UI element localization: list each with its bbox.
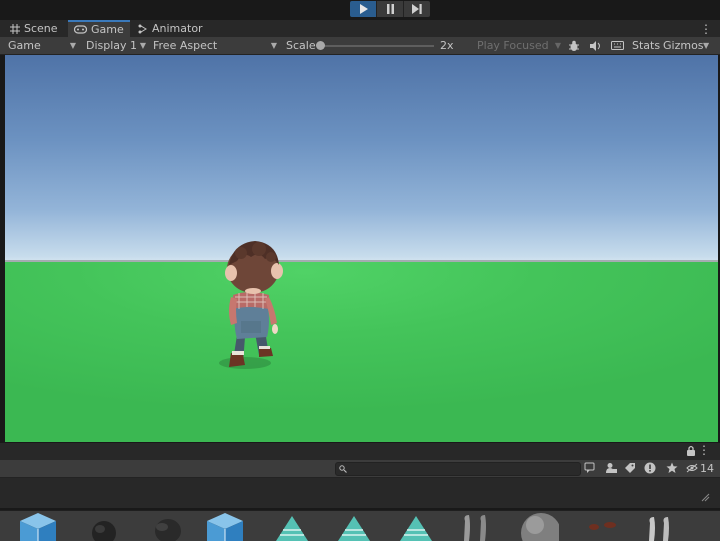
tag-icon xyxy=(625,463,635,473)
view-dropdown-label: Game xyxy=(8,39,41,52)
asset-thumbnail-material-icon[interactable] xyxy=(519,511,559,541)
keyboard-icon xyxy=(611,41,624,50)
asset-thumbnail-animation-icon[interactable] xyxy=(272,511,312,541)
tab-menu-button[interactable]: ⋮ xyxy=(700,20,712,37)
asset-thumbnail-shoe-icon[interactable] xyxy=(584,511,624,541)
play-button[interactable] xyxy=(350,1,377,17)
collapse-button[interactable] xyxy=(584,462,596,477)
chevron-down-icon: ▼ xyxy=(139,41,146,50)
chevron-down-icon: ▼ xyxy=(270,41,277,50)
error-filter-button[interactable] xyxy=(644,462,656,477)
resize-grip-icon xyxy=(701,493,710,502)
bug-icon xyxy=(569,40,579,51)
display-dropdown[interactable]: Display 1 ▼ xyxy=(86,37,146,54)
step-icon xyxy=(412,4,422,14)
kebab-menu-icon: ⋮ xyxy=(698,443,710,457)
console-menu-button[interactable]: ⋮ xyxy=(698,443,710,457)
resize-handle[interactable] xyxy=(700,492,710,502)
play-focused-dropdown[interactable]: Play Focused ▼ xyxy=(477,37,561,54)
pause-icon xyxy=(386,4,394,14)
view-dropdown[interactable]: Game ▼ xyxy=(8,37,76,54)
user-filter-button[interactable] xyxy=(605,462,617,477)
scale-label: Scale xyxy=(286,39,316,52)
chevron-down-icon: ▼ xyxy=(703,41,710,50)
hidden-items-toggle[interactable]: 14 xyxy=(686,461,714,475)
scale-value: 2x xyxy=(440,39,454,52)
asset-thumbnail-hair-icon[interactable] xyxy=(84,511,124,541)
pause-button[interactable] xyxy=(377,1,404,17)
asset-thumbnail-strip xyxy=(0,510,720,541)
tag-filter-button[interactable] xyxy=(624,462,636,477)
mute-audio-button[interactable] xyxy=(590,37,602,54)
user-icon xyxy=(606,463,617,473)
step-button[interactable] xyxy=(404,1,430,17)
debug-button[interactable] xyxy=(568,37,580,54)
console-tab-bar: ⋮ xyxy=(0,443,720,461)
player-character xyxy=(219,241,283,369)
chat-bubble-icon xyxy=(584,462,595,473)
kebab-menu-icon: ⋮ xyxy=(700,21,712,36)
play-focused-label: Play Focused xyxy=(477,39,549,52)
chevron-down-icon: ▼ xyxy=(69,41,76,50)
ground-plane xyxy=(5,262,718,442)
gamepad-icon xyxy=(74,25,87,34)
asset-thumbnail-hair-icon[interactable] xyxy=(148,511,188,541)
lock-button[interactable] xyxy=(686,445,696,459)
asset-thumbnail-prefab-icon[interactable] xyxy=(205,511,245,541)
tab-animator[interactable]: Animator xyxy=(132,20,209,37)
animator-icon xyxy=(138,24,147,33)
play-controls xyxy=(350,1,430,17)
grid-icon xyxy=(10,23,20,34)
stats-button[interactable]: Stats xyxy=(632,37,660,54)
chevron-down-icon: ▼ xyxy=(554,41,561,50)
lock-icon xyxy=(687,445,695,456)
tab-scene[interactable]: Scene xyxy=(4,20,64,37)
star-icon xyxy=(666,462,678,473)
play-icon xyxy=(359,4,368,14)
scale-slider-track[interactable] xyxy=(322,45,434,47)
console-search-input[interactable] xyxy=(335,462,581,476)
scale-slider-handle[interactable] xyxy=(316,41,325,50)
asset-thumbnail-mesh-icon[interactable] xyxy=(644,511,684,541)
asset-thumbnail-animation-icon[interactable] xyxy=(396,511,436,541)
eye-slash-icon xyxy=(686,463,698,473)
tab-bar: Scene Game Animator xyxy=(0,20,720,38)
game-viewport[interactable] xyxy=(5,55,718,442)
console-list[interactable] xyxy=(0,478,720,508)
asset-thumbnail-animation-icon[interactable] xyxy=(334,511,374,541)
search-icon xyxy=(339,465,347,473)
hidden-count: 14 xyxy=(700,461,714,475)
gizmos-button[interactable]: Gizmos xyxy=(663,37,704,54)
display-dropdown-label: Display 1 xyxy=(86,39,138,52)
asset-thumbnail-mesh-icon[interactable] xyxy=(455,511,495,541)
tab-game[interactable]: Game xyxy=(68,20,130,37)
aspect-dropdown-label: Free Aspect xyxy=(153,39,218,52)
error-icon xyxy=(644,462,656,474)
tab-game-label: Game xyxy=(91,23,124,36)
tab-animator-label: Animator xyxy=(152,22,203,35)
favorite-button[interactable] xyxy=(666,462,678,477)
tab-scene-label: Scene xyxy=(24,22,58,35)
speaker-icon xyxy=(590,40,600,51)
keyboard-button[interactable] xyxy=(611,37,624,54)
aspect-dropdown[interactable]: Free Aspect ▼ xyxy=(153,37,277,54)
gizmos-dropdown[interactable]: ▼ xyxy=(703,37,709,54)
asset-thumbnail-prefab-icon[interactable] xyxy=(18,511,58,541)
